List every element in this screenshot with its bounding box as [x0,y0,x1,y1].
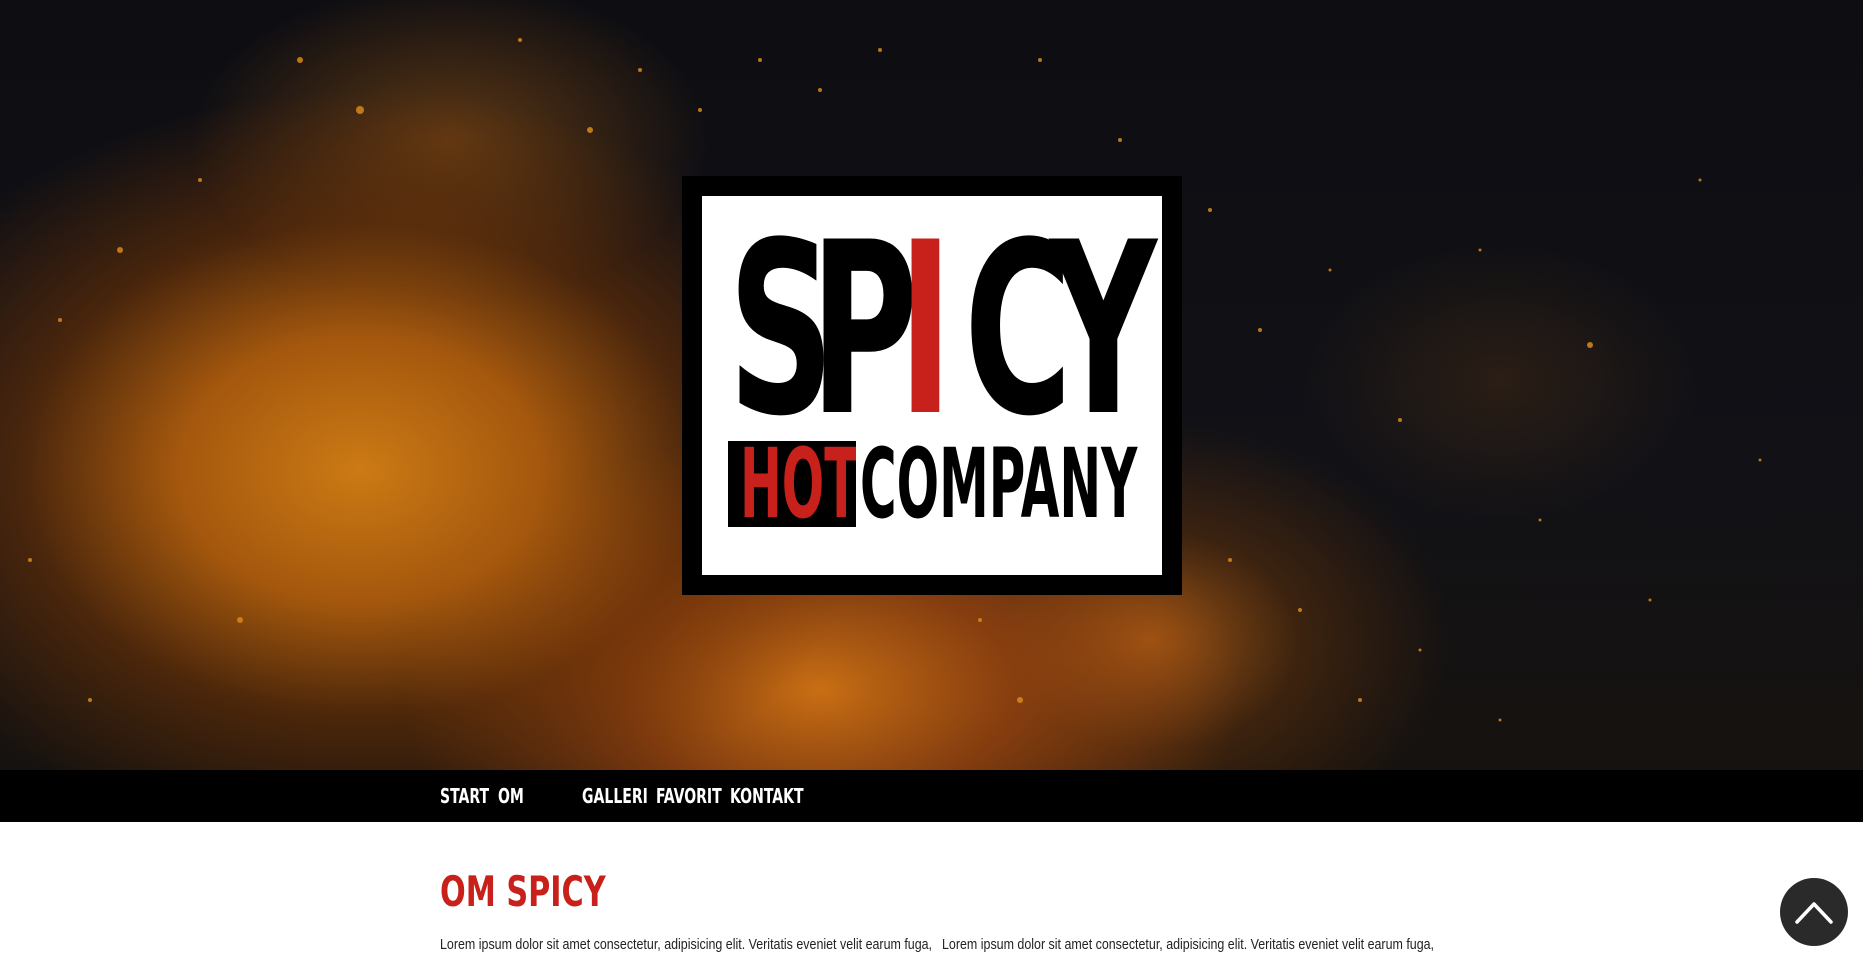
nav-item-label[interactable]: GALLERI [582,770,648,822]
logo-hot-text: HOT [740,441,856,527]
logo-wordmark: S P I C Y [728,192,1157,469]
about-text-column-1: Lorem ipsum dolor sit amet consectetur, … [440,936,933,953]
logo-company-text: COMPANY [860,428,1138,540]
nav-item-label[interactable]: KONTAKT [730,770,804,822]
nav-item-start[interactable]: START [440,770,498,822]
main-nav: START OM SPICY GALLERI FAVORIT KONTAKT [0,770,1863,860]
logo-hot-badge: HOT [728,441,856,527]
nav-item-label[interactable]: START [440,770,489,822]
logo-company: COMPANY [860,428,1393,540]
nav-item-label[interactable]: FAVORIT [656,770,722,822]
nav-item-kontakt[interactable]: KONTAKT [730,770,810,822]
chevron-up-icon [1795,902,1833,924]
nav-list: START OM SPICY GALLERI FAVORIT KONTAKT [440,770,810,860]
logo-panel: S P I C Y HOT COMPANY [702,196,1162,575]
hero-banner: S P I C Y HOT COMPANY [0,0,1863,770]
section-title: OM SPICY [440,867,606,916]
logo: S P I C Y HOT COMPANY [682,176,1182,595]
nav-item-label[interactable]: OM SPICY [498,770,551,860]
nav-item-om-spicy[interactable]: OM SPICY [498,770,582,860]
nav-item-favorit[interactable]: FAVORIT [656,770,730,822]
about-section: OM SPICY Lorem ipsum dolor sit amet cons… [440,822,1440,954]
about-text-column-2: Lorem ipsum dolor sit amet consectetur, … [942,936,1435,953]
logo-letter: Y [1050,192,1157,469]
back-to-top-button[interactable] [1780,878,1848,946]
logo-letter-accent: I [898,192,953,469]
nav-item-galleri[interactable]: GALLERI [582,770,656,822]
